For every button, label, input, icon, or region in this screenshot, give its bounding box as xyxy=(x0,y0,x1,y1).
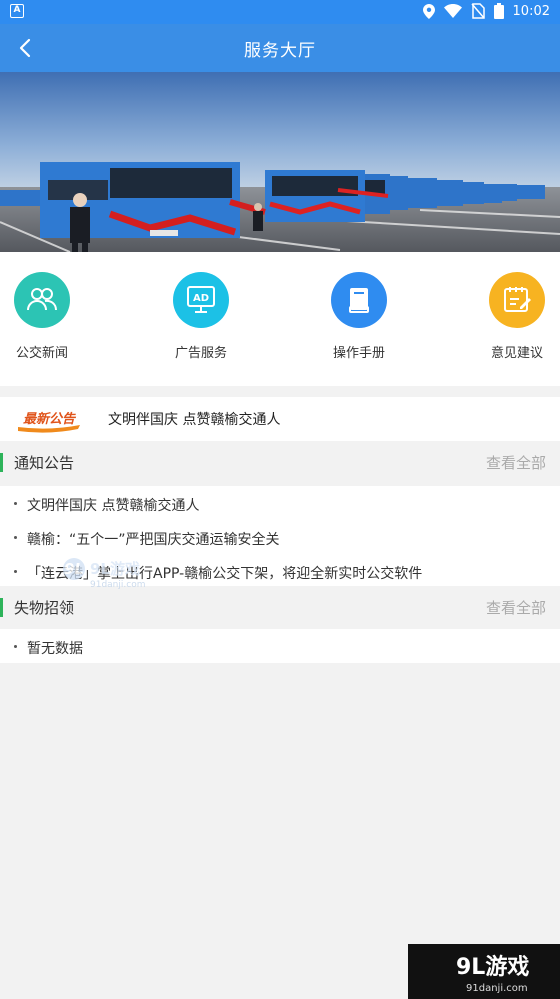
latest-text: 文明伴国庆 点赞赣榆交通人 xyxy=(108,412,281,428)
svg-text:AD: AD xyxy=(193,293,209,304)
ad-monitor-icon: AD xyxy=(173,272,229,328)
notices-header: 通知公告 查看全部 xyxy=(0,441,560,483)
latest-badge-text: 最新公告 xyxy=(23,411,77,427)
no-sim-icon xyxy=(470,3,485,19)
status-icons: 10:02 xyxy=(422,3,550,19)
notices-view-all[interactable]: 查看全部 xyxy=(486,452,546,473)
battery-icon xyxy=(493,3,504,19)
bullet xyxy=(14,502,17,505)
lost-found-header: 失物招领 查看全部 xyxy=(0,586,560,628)
svg-text:9L: 9L xyxy=(64,560,84,578)
watermark-mid-url: 91danji.com xyxy=(90,580,145,590)
menu-label: 意见建议 xyxy=(490,346,543,361)
bullet xyxy=(14,570,17,573)
bullet xyxy=(14,645,17,648)
watermark-mid-logo: 9L游戏 xyxy=(90,560,140,578)
quick-menu: 公交新闻 AD 广告服务 操作手册 意见建议 xyxy=(0,252,560,386)
list-item-text: 暂无数据 xyxy=(27,641,83,657)
menu-label: 公交新闻 xyxy=(15,346,68,361)
location-icon xyxy=(422,3,435,19)
wifi-icon xyxy=(443,4,462,18)
list-item: 暂无数据 xyxy=(0,629,560,663)
lost-found-title: 失物招领 xyxy=(14,599,75,617)
watermark-url-text: 91danji.com xyxy=(466,983,528,994)
menu-item-manual[interactable]: 操作手册 xyxy=(309,272,409,361)
banner-image[interactable] xyxy=(0,72,560,252)
list-item[interactable]: 文明伴国庆 点赞赣榆交通人 xyxy=(0,486,560,520)
menu-item-feedback[interactable]: 意见建议 xyxy=(467,272,560,361)
app-notification-icon: A xyxy=(10,4,24,18)
list-item-text: 文明伴国庆 点赞赣榆交通人 xyxy=(27,498,200,514)
menu-item-bus-news[interactable]: 公交新闻 xyxy=(0,272,92,361)
chevron-left-icon xyxy=(19,38,31,58)
notices-title: 通知公告 xyxy=(14,454,75,472)
latest-badge: 最新公告 xyxy=(16,405,82,433)
bus-fleet-photo xyxy=(0,72,560,252)
latest-announcement[interactable]: 最新公告 文明伴国庆 点赞赣榆交通人 xyxy=(0,397,560,441)
book-icon xyxy=(331,272,387,328)
lost-found-list: 暂无数据 xyxy=(0,629,560,663)
watermark-logo-text: 9L游戏 xyxy=(456,954,529,980)
section-accent-bar xyxy=(0,598,3,617)
menu-label: 操作手册 xyxy=(332,346,385,361)
section-accent-bar xyxy=(0,453,3,472)
list-item-text: 赣榆：“五个一”严把国庆交通运输安全关 xyxy=(27,532,280,548)
app-header: 服务大厅 xyxy=(0,24,560,72)
watermark-badge: 9L游戏 91danji.com xyxy=(408,944,560,999)
people-icon xyxy=(14,272,70,328)
clock: 10:02 xyxy=(512,3,550,19)
menu-item-ad-service[interactable]: AD 广告服务 xyxy=(151,272,251,361)
watermark-logo: 9L 9L游戏 91danji.com xyxy=(60,553,170,591)
back-button[interactable] xyxy=(10,32,40,64)
status-bar: A 10:02 xyxy=(0,0,560,24)
page-title: 服务大厅 xyxy=(244,40,316,61)
lost-found-view-all[interactable]: 查看全部 xyxy=(486,597,546,618)
list-item[interactable]: 赣榆：“五个一”严把国庆交通运输安全关 xyxy=(0,520,560,554)
bullet xyxy=(14,536,17,539)
menu-label: 广告服务 xyxy=(174,346,227,361)
edit-note-icon xyxy=(489,272,545,328)
service-hall-page: A 10:02 服务大厅 公交新闻 AD 广告服务 操作手册 意见建议 最新公告… xyxy=(0,0,560,999)
